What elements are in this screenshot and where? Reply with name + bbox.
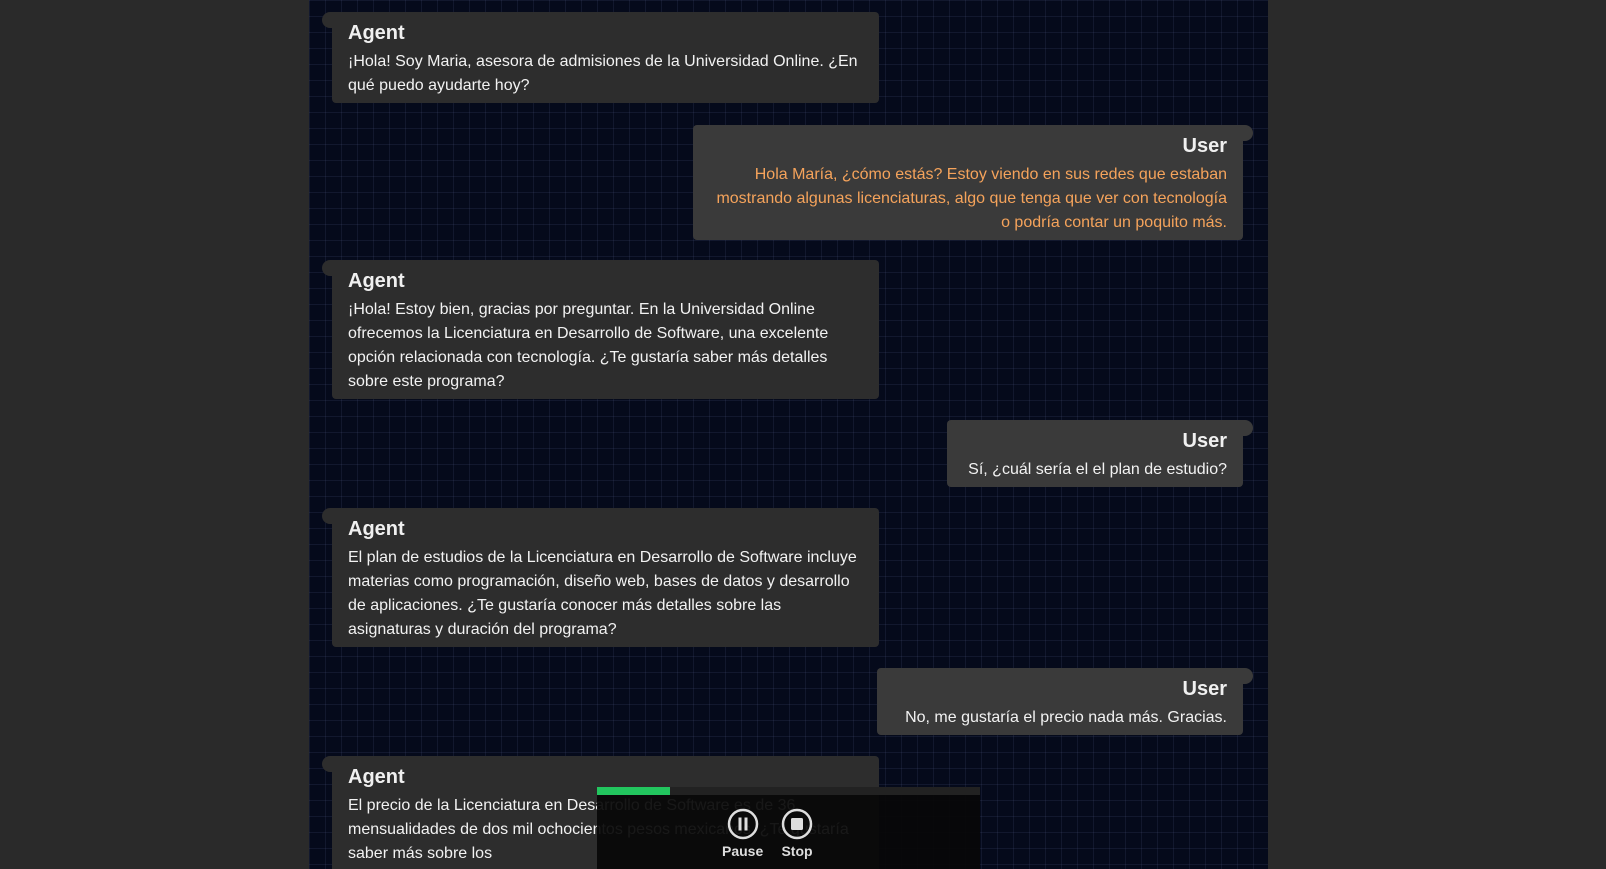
message-text: No, me gustaría el precio nada más. Grac… <box>905 709 1227 726</box>
user-message: User Hola María, ¿cómo estás? Estoy vien… <box>693 125 1253 240</box>
message-text: Sí, ¿cuál sería el el plan de estudio? <box>968 461 1227 478</box>
agent-message: Agent ¡Hola! Soy Maria, asesora de admis… <box>322 12 879 103</box>
message-text: Hola María, ¿cómo estás? Estoy viendo en… <box>716 166 1227 231</box>
playback-progress-bar[interactable] <box>597 787 980 795</box>
stop-icon <box>781 808 813 840</box>
agent-message: Agent ¡Hola! Estoy bien, gracias por pre… <box>322 260 879 399</box>
sender-label: User <box>1182 430 1227 452</box>
pause-label: Pause <box>722 843 764 859</box>
user-message: User Sí, ¿cuál sería el el plan de estud… <box>947 420 1253 487</box>
progress-fill <box>597 787 670 795</box>
user-message: User No, me gustaría el precio nada más.… <box>877 668 1253 735</box>
sender-label: Agent <box>348 270 405 292</box>
message-text: El plan de estudios de la Licenciatura e… <box>348 549 857 638</box>
chat-transcript[interactable]: Agent ¡Hola! Soy Maria, asesora de admis… <box>309 0 1268 869</box>
audio-player: Pause Stop <box>597 787 980 869</box>
message-text: ¡Hola! Soy Maria, asesora de admisiones … <box>348 53 858 94</box>
stop-label: Stop <box>781 843 813 859</box>
pause-icon <box>727 808 758 840</box>
stop-button[interactable]: Stop <box>781 808 813 859</box>
message-text: ¡Hola! Estoy bien, gracias por preguntar… <box>348 301 829 390</box>
pause-button[interactable]: Pause <box>722 808 763 859</box>
sender-label: User <box>1182 678 1227 700</box>
agent-message: Agent El plan de estudios de la Licencia… <box>322 508 879 647</box>
sender-label: User <box>1182 135 1227 157</box>
sender-label: Agent <box>348 518 405 540</box>
sender-label: Agent <box>348 22 405 44</box>
